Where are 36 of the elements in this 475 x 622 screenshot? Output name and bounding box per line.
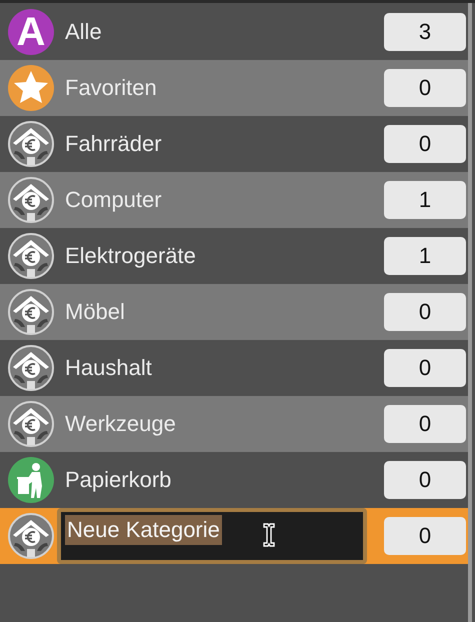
category-label: Werkzeuge xyxy=(65,411,177,437)
count-field: 1 xyxy=(384,181,466,219)
count-field: 0 xyxy=(384,349,466,387)
house-euro-icon xyxy=(8,121,54,167)
letter-icon: A xyxy=(8,9,54,55)
count-field: 0 xyxy=(384,125,466,163)
category-label: Haushalt xyxy=(65,355,153,381)
category-row[interactable]: Neue Kategorie 0 xyxy=(0,508,468,564)
count-field: 1 xyxy=(384,237,466,275)
category-label: Favoriten xyxy=(65,75,158,101)
category-label: Alle xyxy=(65,19,103,45)
input-field[interactable]: Neue Kategorie xyxy=(57,508,367,564)
house-euro-icon xyxy=(8,289,54,335)
category-label: Fahrräder xyxy=(65,131,163,157)
category-label: Möbel xyxy=(65,299,126,325)
house-euro-icon xyxy=(8,401,54,447)
house-euro-icon xyxy=(8,177,54,223)
category-label: Papierkorb xyxy=(65,467,172,493)
house-euro-icon xyxy=(8,233,54,279)
category-row[interactable]: Computer 1 xyxy=(0,172,468,228)
text-cursor-icon xyxy=(262,522,276,548)
category-row[interactable]: Favoriten 0 xyxy=(0,60,468,116)
count-field: 3 xyxy=(384,13,466,51)
category-label: Elektrogeräte xyxy=(65,243,197,269)
count-field: 0 xyxy=(384,461,466,499)
count-field: 0 xyxy=(384,405,466,443)
trash-icon xyxy=(8,457,54,503)
house-euro-icon xyxy=(8,345,54,391)
category-row[interactable]: Möbel 0 xyxy=(0,284,468,340)
house-euro-icon xyxy=(8,513,54,559)
count-field: 0 xyxy=(384,293,466,331)
count-field: 0 xyxy=(384,517,466,555)
count-field: 0 xyxy=(384,69,466,107)
category-label: Computer xyxy=(65,187,163,213)
selected-text: Neue Kategorie xyxy=(65,515,222,545)
category-row[interactable]: Werkzeuge 0 xyxy=(0,396,468,452)
